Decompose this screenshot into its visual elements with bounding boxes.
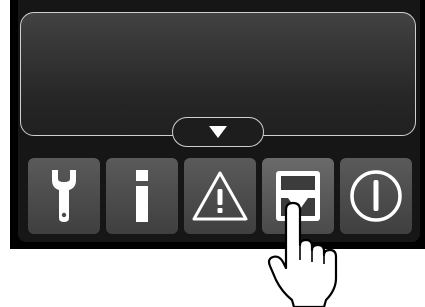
scroll-down-tab[interactable] <box>172 117 264 147</box>
down-triangle-icon <box>209 126 227 138</box>
info-button[interactable] <box>106 158 178 234</box>
tools-button[interactable] <box>28 158 100 234</box>
warning-triangle-icon <box>192 171 248 221</box>
warning-button[interactable] <box>184 158 256 234</box>
pointing-hand-icon <box>267 201 338 307</box>
wrench-icon <box>52 170 76 222</box>
power-button[interactable] <box>340 158 412 234</box>
power-icon <box>350 170 402 222</box>
info-icon <box>136 170 148 222</box>
